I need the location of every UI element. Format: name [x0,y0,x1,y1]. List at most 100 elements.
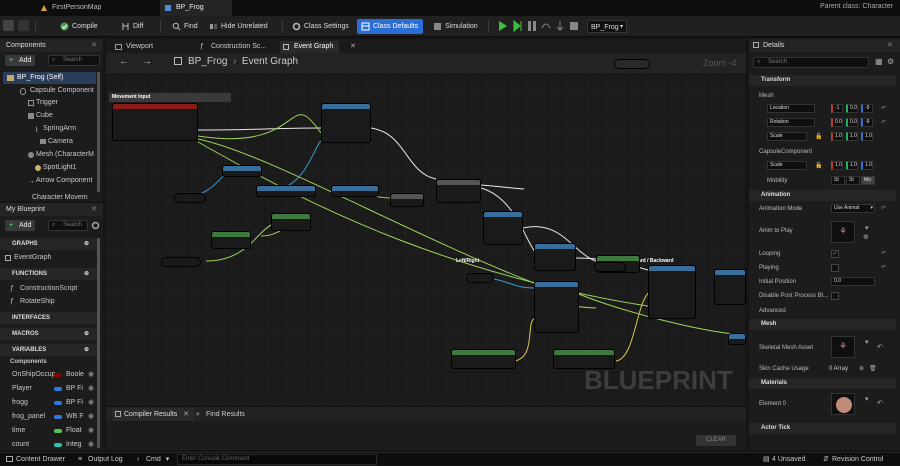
initial-position-field[interactable]: 0.0 [831,277,875,286]
component-item-self[interactable]: BP_Frog (Self) [3,72,96,84]
section-actor-tick[interactable]: Actor Tick [749,423,896,434]
rotation-mode-select[interactable]: Rotation [767,118,815,127]
rotation-x-field[interactable]: 0.0 [831,118,843,127]
function-item[interactable]: ƒ ConstructionScript [0,283,77,295]
mobility-static-option[interactable]: St [831,176,845,185]
node-get-actor-right-vector[interactable] [451,349,516,369]
variables-section-header[interactable]: VARIABLES ⊕ [0,344,100,356]
clear-button[interactable]: CLEAR [696,435,736,446]
variable-item[interactable]: OnShipOccup Boole ◉ [0,369,96,381]
disable-post-checkbox[interactable] [831,292,839,300]
section-mesh[interactable]: Mesh [749,319,896,330]
node-branch-timeline[interactable] [321,103,371,143]
node-get-frog-panel[interactable] [466,273,494,283]
variable-item[interactable]: frog_panel WB F ◉ [0,411,96,423]
mobility-stationary-option[interactable]: St [846,176,860,185]
visibility-eye-icon[interactable]: ◉ [88,425,94,437]
mesh-dropdown-chevron-icon[interactable]: ▾ [865,338,869,346]
variable-item[interactable]: time Float ◉ [0,425,96,437]
details-search-input[interactable]: ⌕ Search [753,57,869,68]
reset-icon[interactable]: ↶ [877,343,883,351]
mobility-movable-option[interactable]: Mo [861,176,875,185]
close-icon[interactable]: ✕ [887,39,893,52]
location-mode-select[interactable]: Location [767,104,815,113]
class-defaults-button[interactable]: Class Defaults [357,19,424,34]
gear-icon[interactable] [91,221,100,230]
capsule-scale-mode-select[interactable]: Scale [767,161,807,170]
node-add-movement-input-lr[interactable] [534,281,579,333]
add-macro-icon[interactable]: ⊕ [84,328,89,340]
add-graph-icon[interactable]: ⊕ [84,238,89,250]
blueprint-scrollbar[interactable] [97,238,100,448]
lock-icon[interactable]: 🔓 [815,130,822,144]
node-offscreen[interactable] [614,59,650,69]
tab-compiler-results[interactable]: Compiler Results ✕ [112,408,195,421]
save-icon[interactable] [3,20,14,31]
skeletal-mesh-thumbnail[interactable]: ⚘ [831,336,855,358]
scale-z-field[interactable]: 1.0 [861,132,873,141]
output-log-button[interactable]: ≡ Output Log [76,453,123,466]
functions-section-header[interactable]: FUNCTIONS ⊕ [0,268,100,280]
components-scrollbar[interactable] [97,72,100,192]
node-offscreen-right[interactable] [728,333,746,345]
node-branch-2[interactable] [534,243,576,271]
variable-category-components[interactable]: Components [0,356,47,368]
visibility-eye-icon[interactable]: ◉ [88,397,94,409]
browse-icon[interactable] [18,20,29,31]
graph-canvas[interactable]: ← → BP_Frog › Event Graph Zoom -4 Moveme… [106,53,746,405]
diff-button[interactable]: Diff [117,19,148,34]
playing-checkbox[interactable] [831,264,839,272]
find-button[interactable]: Find [168,19,203,34]
tab-bp-frog[interactable]: BP_Frog [160,0,232,16]
unsaved-button[interactable]: ▤ 4 Unsaved [762,453,805,466]
node-get-input-axis[interactable] [594,262,626,272]
macros-section-header[interactable]: MACROS ⊕ [0,328,100,340]
add-element-icon[interactable]: ⊕ [859,362,864,376]
capsule-scale-z-field[interactable]: 1.0 [861,161,873,170]
console-command-input[interactable]: Enter Console Command [177,454,377,465]
node-add-float[interactable] [271,213,311,231]
node-get-player-var[interactable] [174,193,206,203]
stop-icon[interactable] [569,20,579,32]
tab-firstpersonmap[interactable]: FirstPersonMap [36,0,156,16]
revision-control-button[interactable]: ⇵ Revision Control [822,453,883,466]
scale-y-field[interactable]: 1.0 [846,132,858,141]
close-icon[interactable]: ✕ [91,203,97,216]
simulation-button[interactable]: Simulation [429,19,483,34]
debug-object-select[interactable]: BP_Frog ▾ [587,20,627,33]
settings-icon[interactable]: ⚙ [887,57,894,66]
section-animation[interactable]: Animation [749,190,896,201]
add-member-button[interactable]: + Add [5,220,36,231]
reset-icon[interactable]: ↶ [881,261,886,275]
node-play-sound[interactable] [483,211,523,245]
graphs-section-header[interactable]: GRAPHS ⊕ [0,238,100,250]
component-item-mesh[interactable]: Mesh (CharacterM [26,149,94,161]
node-play-sound-2[interactable] [714,269,746,305]
material-thumbnail[interactable] [831,393,855,415]
node-enhanced-input-action[interactable] [112,103,198,141]
interfaces-section-header[interactable]: INTERFACES [0,312,100,324]
compile-button[interactable]: Compile [56,19,103,34]
tab-find-results[interactable]: ⌕ Find Results [194,408,245,421]
capsule-scale-y-field[interactable]: 1.0 [846,161,858,170]
graph-item-eventgraph[interactable]: EventGraph [0,252,51,264]
close-icon[interactable]: ✕ [91,39,97,52]
tab-construction-script[interactable]: ƒ Construction Sc... [197,41,266,53]
add-component-button[interactable]: + Add [5,55,36,66]
advanced-row[interactable]: Advanced [749,304,896,318]
scale-mode-select[interactable]: Scale [767,132,807,141]
node-get-player[interactable] [222,165,262,177]
hide-unrelated-button[interactable]: Hide Unrelated [205,19,273,34]
node-add-movement-input-fwd[interactable] [648,265,696,319]
play-icon[interactable] [498,20,508,32]
anim-thumbnail[interactable]: ⚘ [831,221,855,243]
step-icon[interactable] [513,20,523,32]
trash-icon[interactable]: 🗑 [869,362,877,376]
node-set[interactable] [331,185,379,197]
component-item-cube[interactable]: Cube [26,110,53,122]
node-cast[interactable] [256,185,316,197]
component-item-arrow[interactable]: → Arrow Component [26,175,92,187]
section-materials[interactable]: Materials [749,378,896,389]
anim-dropdown-chevron-icon[interactable]: ▾ [865,224,869,232]
component-item-trigger[interactable]: Trigger [26,97,58,109]
